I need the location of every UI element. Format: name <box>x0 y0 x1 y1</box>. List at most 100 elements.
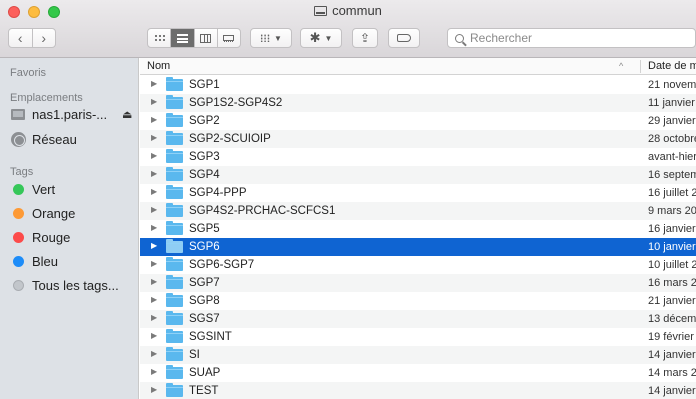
group-icon <box>260 34 271 42</box>
table-row[interactable]: ▶ SGP4-PPP 16 juillet 2 <box>140 184 696 202</box>
table-row[interactable]: ▶ SUAP 14 mars 20 <box>140 364 696 382</box>
disclosure-triangle-icon[interactable]: ▶ <box>151 313 157 322</box>
share-button[interactable]: ⇪ <box>352 28 378 48</box>
disclosure-triangle-icon[interactable]: ▶ <box>151 151 157 160</box>
search-icon <box>455 33 464 43</box>
back-button[interactable]: ‹ <box>9 29 32 47</box>
table-row[interactable]: ▶ SGP2 29 janvier <box>140 112 696 130</box>
red-tag-icon <box>12 231 24 243</box>
file-name: SGP2 <box>189 115 220 127</box>
sidebar-item-label: Vert <box>32 181 56 197</box>
disclosure-triangle-icon[interactable]: ▶ <box>151 79 157 88</box>
edit-tags-button[interactable] <box>388 28 420 48</box>
file-name: SGS7 <box>189 313 220 325</box>
folder-icon <box>166 365 183 379</box>
network-volume-icon <box>314 6 328 16</box>
table-row[interactable]: ▶ SI 14 janvier <box>140 346 696 364</box>
list-view-button[interactable] <box>170 29 194 47</box>
disclosure-triangle-icon[interactable]: ▶ <box>151 277 157 286</box>
sidebar-tag-bleu[interactable]: Bleu <box>10 251 58 271</box>
table-row[interactable]: ▶ SGP4S2-PRCHAC-SCFCS1 9 mars 20 <box>140 202 696 220</box>
folder-icon <box>166 347 183 361</box>
file-date-modified: 10 janvier <box>648 241 696 253</box>
file-date-modified: 14 janvier <box>648 385 696 397</box>
file-name: SGP4 <box>189 169 220 181</box>
disclosure-triangle-icon[interactable]: ▶ <box>151 367 157 376</box>
sidebar-item-label: Rouge <box>32 229 71 245</box>
disclosure-triangle-icon[interactable]: ▶ <box>151 205 157 214</box>
file-date-modified: 16 septem <box>648 169 696 181</box>
disclosure-triangle-icon[interactable]: ▶ <box>151 295 157 304</box>
disclosure-triangle-icon[interactable]: ▶ <box>151 187 157 196</box>
sidebar-tag-orange[interactable]: Orange <box>10 203 75 223</box>
window-toolbar: commun ‹ › ▼ ✱ ▼ ⇪ <box>0 0 696 58</box>
table-row[interactable]: ▶ SGP6-SGP7 10 juillet 2 <box>140 256 696 274</box>
file-name: SI <box>189 349 200 361</box>
file-name: SGP1S2-SGP4S2 <box>189 97 283 109</box>
search-input[interactable] <box>470 31 680 45</box>
share-icon: ⇪ <box>359 31 371 45</box>
forward-button[interactable]: › <box>31 29 56 47</box>
sidebar-tag-vert[interactable]: Vert <box>10 179 55 199</box>
window-title: commun <box>0 3 696 18</box>
disclosure-triangle-icon[interactable]: ▶ <box>151 349 157 358</box>
column-header-date[interactable]: Date de mo <box>648 60 696 72</box>
file-date-modified: 14 mars 20 <box>648 367 696 379</box>
sidebar-item-nas1[interactable]: nas1.paris-... <box>10 104 107 124</box>
file-name: SGSINT <box>189 331 232 343</box>
tags-header: Tags <box>10 166 34 178</box>
nas-icon <box>10 106 26 122</box>
gear-icon: ✱ <box>309 30 321 45</box>
disclosure-triangle-icon[interactable]: ▶ <box>151 241 157 250</box>
disclosure-triangle-icon[interactable]: ▶ <box>151 223 157 232</box>
disclosure-triangle-icon[interactable]: ▶ <box>151 115 157 124</box>
disclosure-triangle-icon[interactable]: ▶ <box>151 331 157 340</box>
group-by-button[interactable]: ▼ <box>250 28 292 48</box>
table-row[interactable]: ▶ SGP1 21 novemb <box>140 76 696 94</box>
table-row[interactable]: ▶ SGS7 13 décemb <box>140 310 696 328</box>
column-header-name[interactable]: Nom <box>147 60 170 72</box>
chevron-down-icon: ▼ <box>324 33 333 43</box>
chevron-down-icon: ▼ <box>274 33 282 43</box>
column-view-button[interactable] <box>193 29 217 47</box>
sidebar-tag-rouge[interactable]: Rouge <box>10 227 70 247</box>
icon-view-button[interactable] <box>148 29 170 47</box>
table-row[interactable]: ▶ SGP7 16 mars 20 <box>140 274 696 292</box>
column-divider[interactable] <box>640 60 641 73</box>
file-date-modified: 29 janvier <box>648 115 696 127</box>
file-date-modified: 16 janvier <box>648 223 696 235</box>
back-forward-group: ‹ › <box>8 28 56 48</box>
action-menu-button[interactable]: ✱ ▼ <box>300 28 342 48</box>
table-row[interactable]: ▶ SGP2-SCUIOIP 28 octobre <box>140 130 696 148</box>
table-row[interactable]: ▶ SGP5 16 janvier <box>140 220 696 238</box>
file-list: Nom ^ Date de mo ▶ SGP1 21 novemb ▶ SGP1S2-S… <box>140 58 696 399</box>
sidebar-item-reseau[interactable]: Réseau <box>10 129 77 149</box>
network-icon <box>10 131 26 147</box>
file-name: SGP2-SCUIOIP <box>189 133 271 145</box>
file-date-modified: 13 décemb <box>648 313 696 325</box>
cover-flow-view-button[interactable] <box>216 29 240 47</box>
table-row[interactable]: ▶ SGP6 10 janvier <box>140 238 696 256</box>
disclosure-triangle-icon[interactable]: ▶ <box>151 169 157 178</box>
table-row[interactable]: ▶ SGP4 16 septem <box>140 166 696 184</box>
sidebar-all-tags[interactable]: Tous les tags... <box>10 275 119 295</box>
disclosure-triangle-icon[interactable]: ▶ <box>151 97 157 106</box>
folder-icon <box>166 203 183 217</box>
file-name: SGP4S2-PRCHAC-SCFCS1 <box>189 205 336 217</box>
file-name: SGP6-SGP7 <box>189 259 255 271</box>
table-row[interactable]: ▶ SGP1S2-SGP4S2 11 janvier 2 <box>140 94 696 112</box>
table-row[interactable]: ▶ TEST 14 janvier <box>140 382 696 399</box>
folder-icon <box>166 239 183 253</box>
file-name: SGP3 <box>189 151 220 163</box>
table-row[interactable]: ▶ SGP3 avant-hier <box>140 148 696 166</box>
search-field[interactable] <box>447 28 696 48</box>
table-row[interactable]: ▶ SGP8 21 janvier <box>140 292 696 310</box>
sidebar-item-label: Réseau <box>32 131 77 147</box>
file-date-modified: 10 juillet 2 <box>648 259 696 271</box>
disclosure-triangle-icon[interactable]: ▶ <box>151 385 157 394</box>
file-date-modified: 14 janvier <box>648 349 696 361</box>
disclosure-triangle-icon[interactable]: ▶ <box>151 259 157 268</box>
eject-icon[interactable]: ⏏ <box>122 108 132 121</box>
table-row[interactable]: ▶ SGSINT 19 février <box>140 328 696 346</box>
disclosure-triangle-icon[interactable]: ▶ <box>151 133 157 142</box>
